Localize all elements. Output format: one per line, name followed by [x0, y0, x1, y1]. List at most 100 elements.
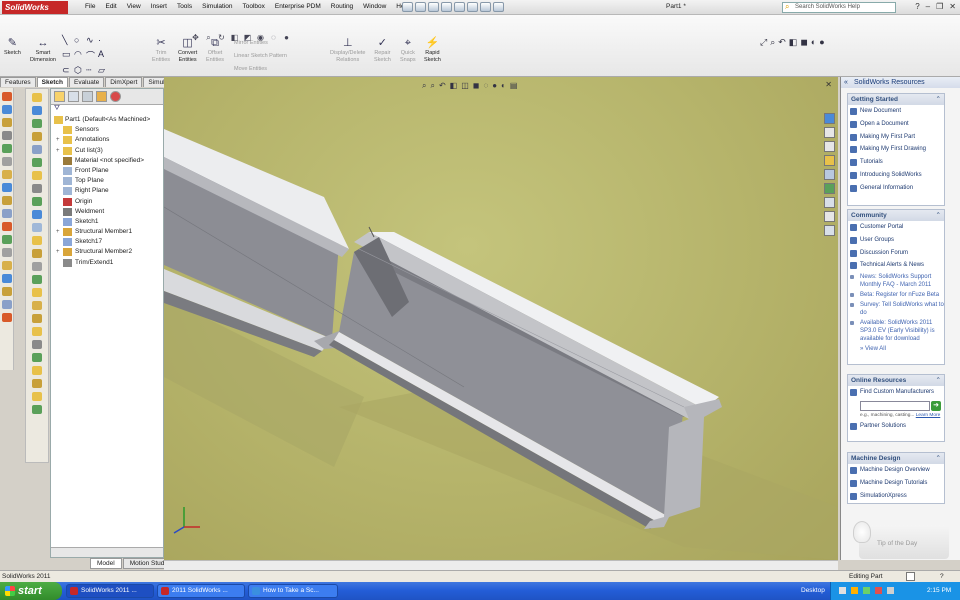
close-icon[interactable]: ✕: [949, 2, 956, 11]
rebuild-icon[interactable]: [480, 2, 491, 12]
sketch-tool-icon[interactable]: [32, 119, 42, 128]
weld-tool-icon[interactable]: [1, 92, 12, 101]
view-palette-tab-icon[interactable]: [824, 169, 835, 180]
community-header[interactable]: Community: [848, 210, 944, 221]
tree-item[interactable]: Top Plane: [51, 176, 163, 186]
tray-icon[interactable]: [887, 587, 894, 594]
partner-solutions-link[interactable]: Partner Solutions: [848, 420, 944, 433]
arc-icon[interactable]: ◠: [74, 49, 86, 62]
hide-show-items-icon[interactable]: ◌: [483, 81, 488, 91]
introducing-solidworks-link[interactable]: Introducing SolidWorks: [848, 169, 944, 182]
customer-portal-link[interactable]: Customer Portal: [848, 221, 944, 234]
sketch-tool-icon[interactable]: [32, 340, 42, 349]
previous-view-icon[interactable]: ↶: [439, 81, 446, 91]
tray-icon[interactable]: [851, 587, 858, 594]
appearances-tab-icon[interactable]: [824, 183, 835, 194]
help-search-input[interactable]: Search SolidWorks Help: [782, 2, 896, 13]
feature-tool-icon[interactable]: [1, 131, 12, 140]
display-delete-relations-button[interactable]: ⊥ Display/Delete Relations: [330, 37, 365, 64]
news-item[interactable]: News: SolidWorks Support Monthly FAQ - M…: [848, 272, 944, 290]
sketch-tool-icon[interactable]: [32, 314, 42, 323]
sketch-tool-icon[interactable]: [32, 145, 42, 154]
resources-tab-icon[interactable]: [824, 113, 835, 124]
tip-of-the-day-panel[interactable]: Tip of the Day: [853, 521, 949, 559]
sketch-tool-icon[interactable]: [32, 392, 42, 401]
discussion-forum-link[interactable]: Discussion Forum: [848, 247, 944, 260]
open-document-link[interactable]: Open a Document: [848, 118, 944, 131]
spline-icon[interactable]: ∿: [86, 35, 98, 46]
tree-item[interactable]: Right Plane: [51, 186, 163, 196]
graphics-horizontal-scrollbar[interactable]: [164, 560, 838, 570]
zoom-fit-icon[interactable]: ⤢: [760, 37, 767, 48]
sketch-tool-icon[interactable]: [32, 236, 42, 245]
technical-alerts-link[interactable]: Technical Alerts & News: [848, 259, 944, 272]
tree-item[interactable]: Weldment: [51, 207, 163, 217]
sketch-tool-icon[interactable]: [32, 210, 42, 219]
menu-enterprise-pdm[interactable]: Enterprise PDM: [270, 3, 326, 10]
sketch-tool-icon[interactable]: [32, 405, 42, 414]
sketch-tool-icon[interactable]: [32, 132, 42, 141]
start-button[interactable]: start: [0, 582, 62, 600]
undo-icon[interactable]: [454, 2, 465, 12]
help-icon[interactable]: ?: [940, 571, 944, 582]
sketch-tool-icon[interactable]: [32, 171, 42, 180]
menu-view[interactable]: View: [122, 3, 146, 10]
sketch-button[interactable]: ✎ Sketch: [4, 37, 21, 57]
display-manager-tab-icon[interactable]: [110, 91, 121, 102]
plane-icon[interactable]: ▱: [98, 65, 110, 76]
point-icon[interactable]: ·: [98, 35, 110, 46]
news-item[interactable]: Available: SolidWorks 2011 SP3.0 EV (Ear…: [848, 318, 944, 344]
file-explorer-tab-icon[interactable]: [824, 141, 835, 152]
online-resources-header[interactable]: Online Resources: [848, 375, 944, 386]
menu-edit[interactable]: Edit: [100, 3, 121, 10]
feature-tool-icon[interactable]: [1, 157, 12, 166]
apply-scene-icon[interactable]: ◐: [501, 81, 506, 91]
quick-snaps-button[interactable]: ⌖ Quick Snaps: [400, 37, 416, 64]
feature-tool-icon[interactable]: [1, 118, 12, 127]
feature-tool-icon[interactable]: [1, 261, 12, 270]
taskbar-browser-solidworks[interactable]: 2011 SolidWorks ...: [157, 584, 245, 598]
sketch-tool-icon[interactable]: [32, 197, 42, 206]
smart-dimension-button[interactable]: ↔ Smart Dimension: [30, 37, 56, 64]
tray-icon[interactable]: [875, 587, 882, 594]
news-item[interactable]: Survey: Tell SolidWorks what to do: [848, 300, 944, 318]
zoom-to-fit-icon[interactable]: ⌕: [422, 81, 426, 91]
menu-routing[interactable]: Routing: [326, 3, 358, 10]
dimxpert-manager-tab-icon[interactable]: [96, 91, 107, 102]
centerline-icon[interactable]: ┄: [86, 65, 98, 76]
view-settings-icon[interactable]: ▤: [510, 81, 518, 91]
general-information-link[interactable]: General Information: [848, 182, 944, 195]
taskbar-how-to[interactable]: How to Take a Sc...: [248, 584, 338, 598]
sketch-tool-icon[interactable]: [32, 288, 42, 297]
forum-tab-icon[interactable]: [824, 211, 835, 222]
filter-icon[interactable]: ⛛: [51, 105, 163, 114]
feature-tool-icon[interactable]: [1, 105, 12, 114]
repair-sketch-button[interactable]: ✓ Repair Sketch: [374, 37, 391, 64]
trim-entities-button[interactable]: ✂ Trim Entities: [152, 37, 170, 64]
custom-properties-tab-icon[interactable]: [824, 197, 835, 208]
sketch-tool-icon[interactable]: [32, 379, 42, 388]
new-document-icon[interactable]: [402, 2, 413, 12]
go-arrow-icon[interactable]: ➜: [931, 400, 941, 411]
tree-item[interactable]: + Structural Member1: [51, 227, 163, 237]
view-orientation-icon[interactable]: ◫: [461, 81, 469, 91]
appearance-sphere-icon[interactable]: ●: [819, 37, 824, 48]
sketch-tool-icon[interactable]: [32, 249, 42, 258]
feature-tool-icon[interactable]: [1, 183, 12, 192]
getting-started-header[interactable]: Getting Started: [848, 94, 944, 105]
section-view-icon[interactable]: ◧: [789, 37, 798, 48]
feature-tool-icon[interactable]: [1, 222, 12, 231]
sketch-tool-icon[interactable]: [32, 275, 42, 284]
tree-item[interactable]: + Structural Member2: [51, 247, 163, 257]
convert-entities-button[interactable]: ◫ Convert Entities: [178, 37, 197, 64]
manufacturer-search-input[interactable]: ➜: [860, 400, 941, 411]
minimize-icon[interactable]: –: [926, 2, 930, 11]
polygon-icon[interactable]: ⬡: [74, 65, 86, 76]
sketch-tool-icon[interactable]: [32, 327, 42, 336]
graphics-area[interactable]: ⌕ ⌕ ↶ ◧ ◫ ◼ ◌ ● ◐ ▤ ✕: [164, 77, 838, 560]
feature-tool-icon[interactable]: [1, 209, 12, 218]
sketch-tool-icon[interactable]: [32, 353, 42, 362]
feature-tool-icon[interactable]: [1, 144, 12, 153]
tray-icon[interactable]: [839, 587, 846, 594]
linear-sketch-pattern-button[interactable]: Linear Sketch Pattern: [234, 50, 287, 63]
